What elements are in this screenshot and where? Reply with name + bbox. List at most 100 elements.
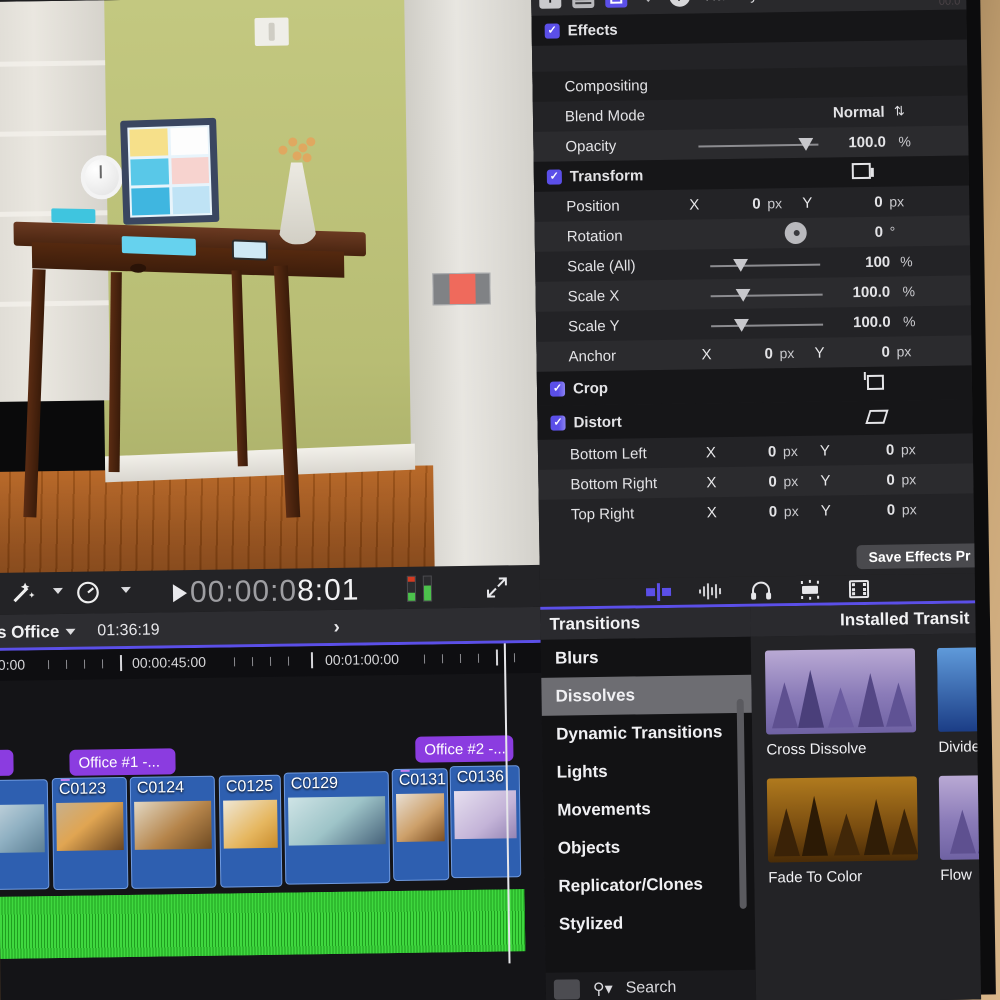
category-replicator-clones[interactable]: Replicator/Clones — [544, 865, 755, 906]
title-clip-partial[interactable] — [0, 749, 14, 777]
category-stylized[interactable]: Stylized — [545, 903, 756, 944]
position-x-value[interactable]: 0 — [752, 195, 761, 212]
video-clip[interactable]: C0125 — [218, 774, 283, 888]
scene-flowers — [274, 135, 320, 170]
final-cut-pro-window: Natalias Office 50% View — [0, 0, 982, 1000]
rotation-value[interactable]: 0 — [875, 223, 884, 240]
audio-enhance-icon[interactable] — [645, 582, 671, 601]
anchor-x-value[interactable]: 0 — [764, 345, 773, 362]
bottom-left-x-value[interactable]: 0 — [768, 443, 777, 460]
fullscreen-icon[interactable] — [485, 575, 509, 599]
headphones-icon[interactable] — [749, 580, 771, 600]
chevron-down-icon[interactable] — [52, 587, 63, 595]
video-inspector-tab[interactable] — [605, 0, 628, 8]
chevron-down-icon[interactable] — [65, 628, 76, 635]
category-objects[interactable]: Objects — [544, 827, 755, 868]
scale-all-value[interactable]: 100 — [865, 253, 890, 270]
timeline-project-name[interactable]: as Office — [0, 622, 60, 643]
info-inspector-tab[interactable]: i — [669, 0, 691, 7]
transition-name: Fade To Color — [768, 868, 863, 887]
transition-name: Divide — [938, 738, 981, 756]
transform-onscreen-controls-icon[interactable] — [851, 162, 871, 180]
position-y-value[interactable]: 0 — [874, 193, 883, 210]
scale-x-slider-track[interactable] — [710, 293, 823, 298]
sidebar-toggle-icon[interactable] — [553, 979, 581, 1000]
scale-x-value[interactable]: 100.0 — [852, 283, 890, 301]
search-icon[interactable]: ⚲▾ — [593, 979, 613, 999]
scale-y-slider-track[interactable] — [711, 323, 824, 328]
transitions-grid: Cross Dissolve Divide Fade To Color Flow — [750, 633, 982, 1000]
timeline-forward-icon[interactable]: › — [333, 617, 340, 639]
transition-name: Flow — [940, 866, 973, 884]
generator-inspector-tab[interactable] — [572, 0, 595, 8]
viewer-timecode[interactable]: 00:00:08:01 — [190, 574, 360, 611]
video-clip[interactable]: C0136 — [449, 765, 522, 879]
video-clip[interactable]: C0123 — [51, 776, 129, 891]
category-dynamic-transitions[interactable]: Dynamic Transitions — [542, 713, 753, 754]
crop-onscreen-controls-icon[interactable] — [866, 374, 885, 390]
scale-x-label: Scale X — [567, 287, 620, 305]
top-right-y-value[interactable]: 0 — [887, 501, 896, 518]
waveform-icon[interactable] — [697, 582, 723, 600]
timeline-duration: 01:36:19 — [97, 621, 160, 640]
bottom-right-y-axis: Y — [820, 472, 831, 490]
rotation-dial[interactable] — [784, 221, 807, 245]
opacity-slider-track[interactable] — [698, 143, 819, 148]
clip-name: C0123 — [58, 780, 107, 799]
inspector-clip-title: Hallway - B...Lower Third — [705, 0, 873, 4]
video-clip-partial[interactable] — [0, 779, 50, 891]
video-clip[interactable]: C0124 — [129, 775, 217, 889]
clip-name: C0125 — [225, 777, 274, 796]
text-inspector-tab[interactable]: T — [539, 0, 562, 9]
clip-name: C0129 — [290, 774, 339, 793]
top-right-x-value[interactable]: 0 — [769, 503, 778, 520]
opacity-label: Opacity — [565, 137, 617, 155]
scale-all-slider-track[interactable] — [710, 263, 821, 268]
category-dissolves[interactable]: Dissolves — [541, 674, 752, 716]
scale-y-value[interactable]: 100.0 — [853, 313, 891, 331]
enhancement-wand-icon[interactable] — [9, 580, 35, 606]
viewer-canvas[interactable] — [0, 0, 540, 574]
bottom-right-y-value[interactable]: 0 — [886, 471, 895, 488]
title-clip[interactable]: Office #2 -... — [415, 735, 514, 763]
transform-checkbox[interactable]: ✓ — [546, 168, 562, 185]
video-clip[interactable]: C0131 — [391, 768, 450, 882]
scene-device — [231, 239, 269, 261]
crop-checkbox[interactable]: ✓ — [549, 380, 566, 397]
anchor-y-value[interactable]: 0 — [881, 343, 890, 360]
title-clip[interactable]: Office #1 -... — [69, 748, 176, 776]
audio-meter-left — [406, 575, 417, 602]
bottom-right-x-value[interactable]: 0 — [768, 473, 777, 490]
titles-generators-icon[interactable] — [797, 579, 821, 600]
distort-checkbox[interactable]: ✓ — [550, 414, 566, 431]
top-right-x-axis: X — [706, 503, 717, 521]
top-right-row[interactable]: Top Right X 0 px Y 0 px — [539, 493, 974, 529]
category-lights[interactable]: Lights — [542, 751, 753, 792]
distort-onscreen-controls-icon[interactable] — [865, 409, 889, 425]
play-icon[interactable] — [172, 584, 188, 603]
bottom-left-y-value[interactable]: 0 — [886, 441, 895, 458]
transition-flow[interactable]: Flow — [938, 773, 982, 884]
chevron-down-icon[interactable] — [120, 586, 131, 594]
category-blurs[interactable]: Blurs — [541, 637, 752, 678]
transition-fade-to-color[interactable]: Fade To Color — [766, 776, 919, 887]
stepper-icon[interactable]: ⇅ — [894, 103, 905, 119]
transition-cross-dissolve[interactable]: Cross Dissolve — [764, 648, 917, 759]
color-inspector-tab[interactable] — [638, 0, 659, 3]
blend-mode-value[interactable]: Normal — [833, 103, 885, 121]
film-strip-icon[interactable] — [847, 578, 869, 598]
category-movements[interactable]: Movements — [543, 789, 754, 830]
effects-label: Effects — [567, 21, 618, 39]
search-input[interactable]: Search — [626, 979, 677, 998]
bottom-left-x-axis: X — [705, 443, 717, 461]
retime-speed-icon[interactable] — [75, 579, 101, 605]
video-clip[interactable]: C0129 — [283, 771, 391, 885]
timeline-panel: as Office 01:36:19 › 30:00 00:00:45:00 0… — [0, 606, 547, 1000]
transition-divide[interactable]: Divide — [936, 646, 982, 756]
effects-checkbox[interactable]: ✓ — [544, 22, 560, 39]
scene-picture-frame — [120, 117, 220, 225]
audio-clip[interactable] — [0, 889, 526, 960]
opacity-value[interactable]: 100.0 — [848, 133, 886, 151]
save-effects-preset-button[interactable]: Save Effects Pr — [856, 543, 982, 570]
scale-x-unit: % — [902, 283, 916, 300]
